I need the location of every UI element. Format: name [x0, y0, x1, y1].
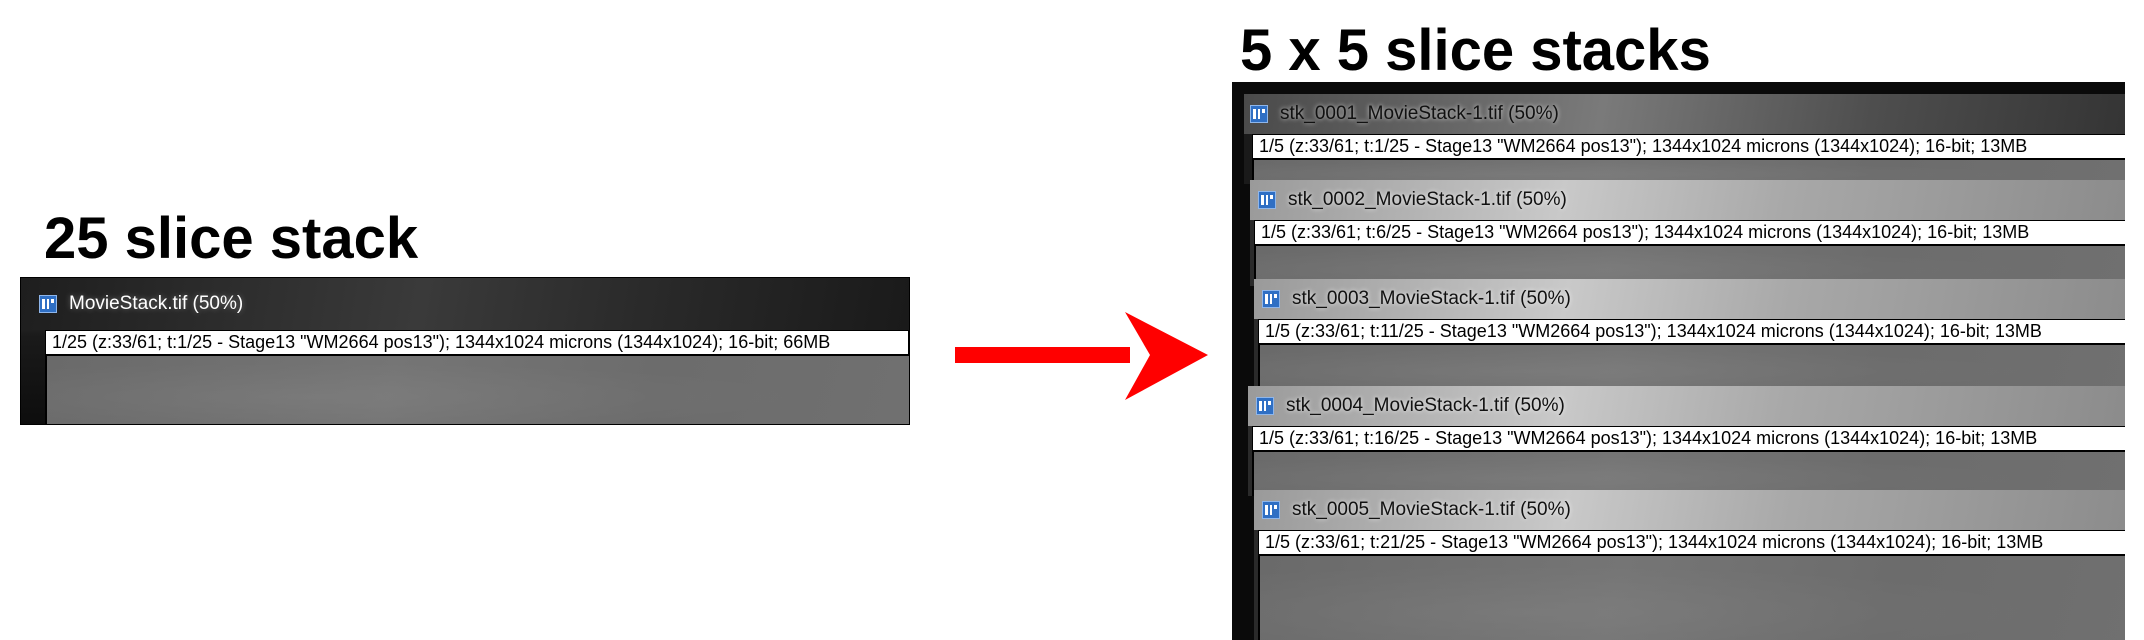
window-titlebar[interactable]: stk_0003_MovieStack-1.tif (50%)	[1254, 279, 2125, 319]
image-window-icon	[1250, 105, 1268, 123]
image-canvas[interactable]	[1258, 343, 2125, 389]
window-title: stk_0001_MovieStack-1.tif (50%)	[1280, 103, 1559, 124]
image-window-icon	[1258, 191, 1276, 209]
right-arrow-icon	[955, 312, 1208, 400]
image-info-bar: 1/5 (z:33/61; t:1/25 - Stage13 "WM2664 p…	[1252, 134, 2125, 158]
image-window-icon	[1262, 501, 1280, 519]
original-image-window[interactable]: MovieStack.tif (50%) 1/25 (z:33/61; t:1/…	[20, 277, 910, 425]
image-window-icon	[1256, 397, 1274, 415]
window-title: stk_0002_MovieStack-1.tif (50%)	[1288, 189, 1567, 210]
window-titlebar[interactable]: stk_0004_MovieStack-1.tif (50%)	[1248, 386, 2125, 426]
right-heading: 5 x 5 slice stacks	[1240, 18, 1711, 83]
image-info-bar: 1/5 (z:33/61; t:21/25 - Stage13 "WM2664 …	[1258, 530, 2125, 554]
image-info-bar: 1/25 (z:33/61; t:1/25 - Stage13 "WM2664 …	[45, 330, 909, 354]
stack-window-2[interactable]: stk_0002_MovieStack-1.tif (50%) 1/5 (z:3…	[1250, 180, 2125, 286]
image-window-icon	[1262, 290, 1280, 308]
image-canvas[interactable]	[1258, 554, 2125, 640]
image-canvas[interactable]	[45, 354, 909, 424]
window-titlebar[interactable]: stk_0002_MovieStack-1.tif (50%)	[1250, 180, 2125, 220]
image-info-bar: 1/5 (z:33/61; t:11/25 - Stage13 "WM2664 …	[1258, 319, 2125, 343]
window-title: stk_0004_MovieStack-1.tif (50%)	[1286, 395, 1565, 416]
window-title: stk_0003_MovieStack-1.tif (50%)	[1292, 288, 1571, 309]
stack-window-3[interactable]: stk_0003_MovieStack-1.tif (50%) 1/5 (z:3…	[1254, 279, 2125, 389]
window-title: MovieStack.tif (50%)	[69, 293, 244, 314]
stack-window-5[interactable]: stk_0005_MovieStack-1.tif (50%) 1/5 (z:3…	[1254, 490, 2125, 640]
image-window-icon	[39, 295, 57, 313]
window-titlebar[interactable]: stk_0005_MovieStack-1.tif (50%)	[1254, 490, 2125, 530]
window-titlebar[interactable]: MovieStack.tif (50%)	[21, 278, 909, 330]
stacks-panel: stk_0001_MovieStack-1.tif (50%) 1/5 (z:3…	[1232, 82, 2125, 640]
window-titlebar[interactable]: stk_0001_MovieStack-1.tif (50%)	[1244, 94, 2125, 134]
window-title: stk_0005_MovieStack-1.tif (50%)	[1292, 499, 1571, 520]
image-info-bar: 1/5 (z:33/61; t:16/25 - Stage13 "WM2664 …	[1252, 426, 2125, 450]
stack-window-4[interactable]: stk_0004_MovieStack-1.tif (50%) 1/5 (z:3…	[1248, 386, 2125, 496]
left-heading: 25 slice stack	[44, 206, 419, 271]
stack-window-1[interactable]: stk_0001_MovieStack-1.tif (50%) 1/5 (z:3…	[1244, 94, 2125, 184]
image-info-bar: 1/5 (z:33/61; t:6/25 - Stage13 "WM2664 p…	[1254, 220, 2125, 244]
